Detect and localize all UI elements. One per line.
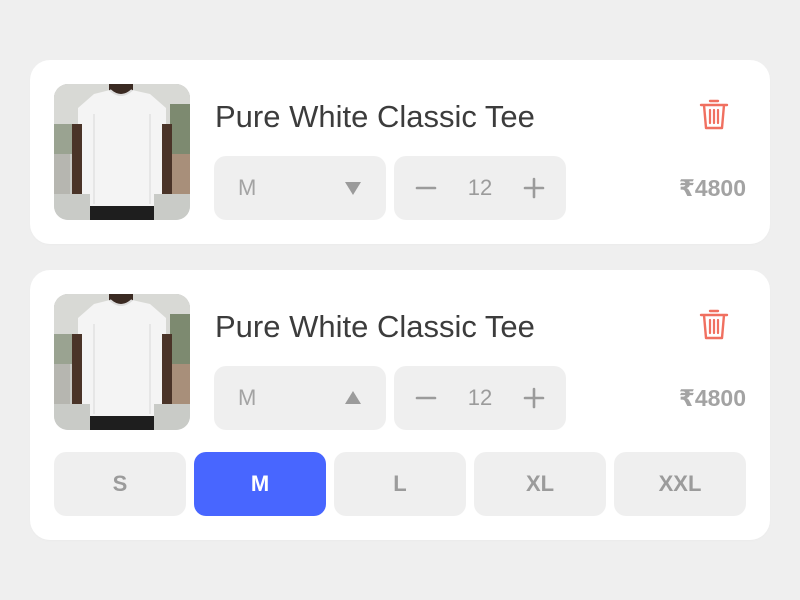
quantity-stepper: 12	[394, 156, 566, 220]
delete-button[interactable]	[696, 306, 732, 342]
plus-icon[interactable]	[522, 386, 546, 410]
caret-up-icon	[345, 391, 361, 404]
plus-icon[interactable]	[522, 176, 546, 200]
quantity-value: 12	[467, 385, 493, 410]
cart-item-card-expanded: Pure White Classic Tee M 12 ₹4800 S M L …	[30, 270, 770, 540]
size-option-s[interactable]: S	[54, 452, 186, 516]
size-option-xl[interactable]: XL	[474, 452, 606, 516]
item-price: ₹4800	[678, 175, 746, 201]
trash-icon	[699, 309, 729, 340]
quantity-value: 12	[467, 175, 493, 200]
size-dropdown[interactable]: M	[214, 156, 386, 220]
item-price: ₹4800	[678, 385, 746, 411]
product-title: Pure White Classic Tee	[215, 309, 535, 344]
size-option-m[interactable]: M	[194, 452, 326, 516]
product-image	[54, 294, 190, 430]
minus-icon[interactable]	[414, 176, 438, 200]
cart-item-card: Pure White Classic Tee M 12 ₹4800	[30, 60, 770, 244]
product-title: Pure White Classic Tee	[215, 99, 535, 134]
size-dropdown-value: M	[238, 385, 257, 410]
quantity-stepper: 12	[394, 366, 566, 430]
product-image	[54, 84, 190, 220]
delete-button[interactable]	[696, 96, 732, 132]
tshirt-photo-icon	[54, 84, 190, 220]
size-dropdown-value: M	[238, 175, 257, 200]
caret-down-icon	[345, 182, 361, 195]
trash-icon	[699, 99, 729, 130]
size-dropdown[interactable]: M	[214, 366, 386, 430]
minus-icon[interactable]	[414, 386, 438, 410]
size-option-xxl[interactable]: XXL	[614, 452, 746, 516]
tshirt-photo-icon	[54, 294, 190, 430]
size-option-l[interactable]: L	[334, 452, 466, 516]
size-options-list: S M L XL XXL	[54, 452, 746, 516]
